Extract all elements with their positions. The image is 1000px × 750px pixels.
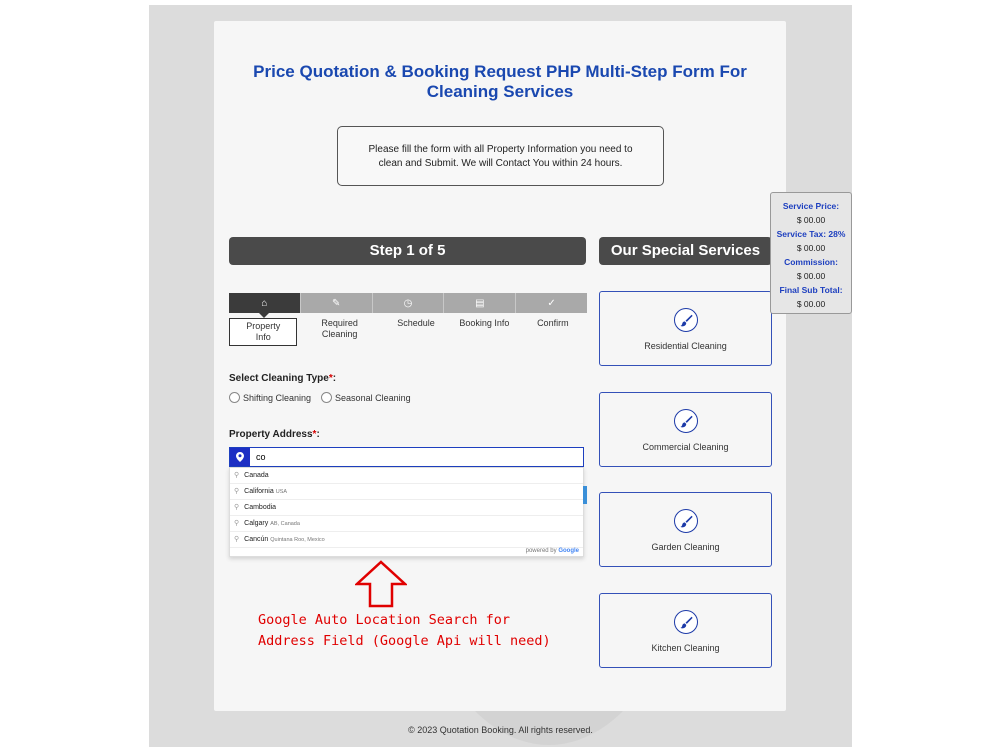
suggestion-item[interactable]: ⚲ Calgary AB, Canada bbox=[230, 516, 583, 532]
clock-icon: ◷ bbox=[403, 297, 413, 309]
dropdown-scrollbar[interactable] bbox=[583, 486, 587, 504]
service-name: Kitchen Cleaning bbox=[651, 643, 720, 653]
suggestion-item[interactable]: ⚲ Cancún Quintana Roo, Mexico bbox=[230, 532, 583, 548]
pin-icon: ⚲ bbox=[234, 504, 240, 511]
footer-copyright: © 2023 Quotation Booking. All rights res… bbox=[408, 725, 593, 735]
radio-circle[interactable] bbox=[229, 392, 240, 403]
brush-icon bbox=[674, 509, 698, 533]
service-card-commercial[interactable]: Commercial Cleaning bbox=[599, 392, 772, 467]
address-label: Property Address*: bbox=[229, 429, 320, 440]
step-labels: Property Info Required Cleaning Schedule… bbox=[229, 318, 587, 346]
map-marker-icon bbox=[230, 448, 250, 466]
arrow-up-icon bbox=[355, 560, 407, 608]
service-name: Garden Cleaning bbox=[651, 542, 720, 552]
step-label: Booking Info bbox=[459, 318, 510, 328]
brush-icon bbox=[674, 308, 698, 332]
suggestion-item[interactable]: ⚲ Cambodia bbox=[230, 500, 583, 516]
step-1-tab[interactable]: ⌂ bbox=[229, 293, 301, 318]
home-icon: ⌂ bbox=[261, 297, 268, 309]
suggestion-item[interactable]: ⚲ Canada bbox=[230, 468, 583, 484]
form-notice: Please fill the form with all Property I… bbox=[337, 126, 664, 186]
cleaning-type-label: Select Cleaning Type*: bbox=[229, 373, 337, 384]
step-label: Schedule bbox=[397, 318, 435, 328]
service-tax-label: Service Tax: 28% bbox=[776, 229, 846, 239]
radio-circle[interactable] bbox=[321, 392, 333, 403]
step-label: Confirm bbox=[537, 318, 569, 328]
step-5-tab[interactable]: ✓ bbox=[516, 293, 587, 313]
title-line-2: Cleaning Services bbox=[426, 82, 574, 101]
annotation-text: Google Auto Location Search for Address … bbox=[258, 612, 551, 649]
autocomplete-dropdown: ⚲ Canada ⚲ California USA ⚲ Cambodia ⚲ Calgar… bbox=[229, 467, 584, 557]
commission-label: Commission: bbox=[784, 257, 838, 267]
service-card-garden[interactable]: Garden Cleaning bbox=[599, 492, 772, 567]
price-summary-panel: Service Price: $ 00.00 Service Tax: 28% … bbox=[770, 192, 852, 314]
address-input[interactable] bbox=[250, 448, 583, 466]
step-label: Required Cleaning bbox=[321, 318, 358, 339]
commission-value: $ 00.00 bbox=[796, 271, 826, 281]
powered-by-google: powered by Google bbox=[525, 548, 579, 554]
final-subtotal-value: $ 00.00 bbox=[796, 299, 826, 309]
final-subtotal-label: Final Sub Total: bbox=[779, 285, 843, 295]
address-field[interactable] bbox=[229, 447, 584, 467]
service-tax-value: $ 00.00 bbox=[796, 243, 826, 253]
service-card-kitchen[interactable]: Kitchen Cleaning bbox=[599, 593, 772, 668]
notice-line-1: Please fill the form with all Property I… bbox=[368, 144, 633, 155]
radio-shifting-cleaning[interactable]: Shifting Cleaning bbox=[229, 392, 311, 403]
step-progress: ⌂ ✎ ◷ ▤ ✓ bbox=[229, 293, 587, 318]
step-3-tab[interactable]: ◷ bbox=[373, 293, 445, 313]
brush-icon bbox=[674, 409, 698, 433]
step-2-tab[interactable]: ✎ bbox=[301, 293, 373, 313]
form-card: Price Quotation & Booking Request PHP Mu… bbox=[214, 21, 786, 711]
page-title: Price Quotation & Booking Request PHP Mu… bbox=[214, 62, 786, 102]
step-header: Step 1 of 5 bbox=[229, 237, 586, 265]
pin-icon: ⚲ bbox=[234, 520, 240, 527]
brush-icon bbox=[674, 610, 698, 634]
pin-icon: ⚲ bbox=[234, 472, 240, 479]
title-line-1: Price Quotation & Booking Request PHP Mu… bbox=[253, 62, 747, 81]
service-price-value: $ 00.00 bbox=[796, 215, 826, 225]
service-name: Commercial Cleaning bbox=[642, 442, 729, 452]
brush-icon: ✎ bbox=[332, 297, 341, 309]
suggestion-item[interactable]: ⚲ California USA bbox=[230, 484, 583, 500]
radio-seasonal-cleaning[interactable]: Seasonal Cleaning bbox=[321, 392, 411, 403]
services-header: Our Special Services bbox=[599, 237, 772, 265]
notice-line-2: clean and Submit. We will Contact You wi… bbox=[378, 158, 623, 169]
step-label: Property Info bbox=[229, 318, 298, 346]
cleaning-type-radios: Shifting Cleaning Seasonal Cleaning bbox=[229, 392, 421, 403]
service-price-label: Service Price: bbox=[782, 201, 840, 211]
service-card-residential[interactable]: Residential Cleaning bbox=[599, 291, 772, 366]
id-card-icon: ▤ bbox=[475, 297, 485, 309]
pin-icon: ⚲ bbox=[234, 488, 240, 495]
service-name: Residential Cleaning bbox=[644, 341, 727, 351]
page-background: Price Quotation & Booking Request PHP Mu… bbox=[149, 5, 852, 747]
step-4-tab[interactable]: ▤ bbox=[444, 293, 517, 313]
pin-icon: ⚲ bbox=[234, 536, 240, 543]
check-icon: ✓ bbox=[547, 297, 556, 309]
